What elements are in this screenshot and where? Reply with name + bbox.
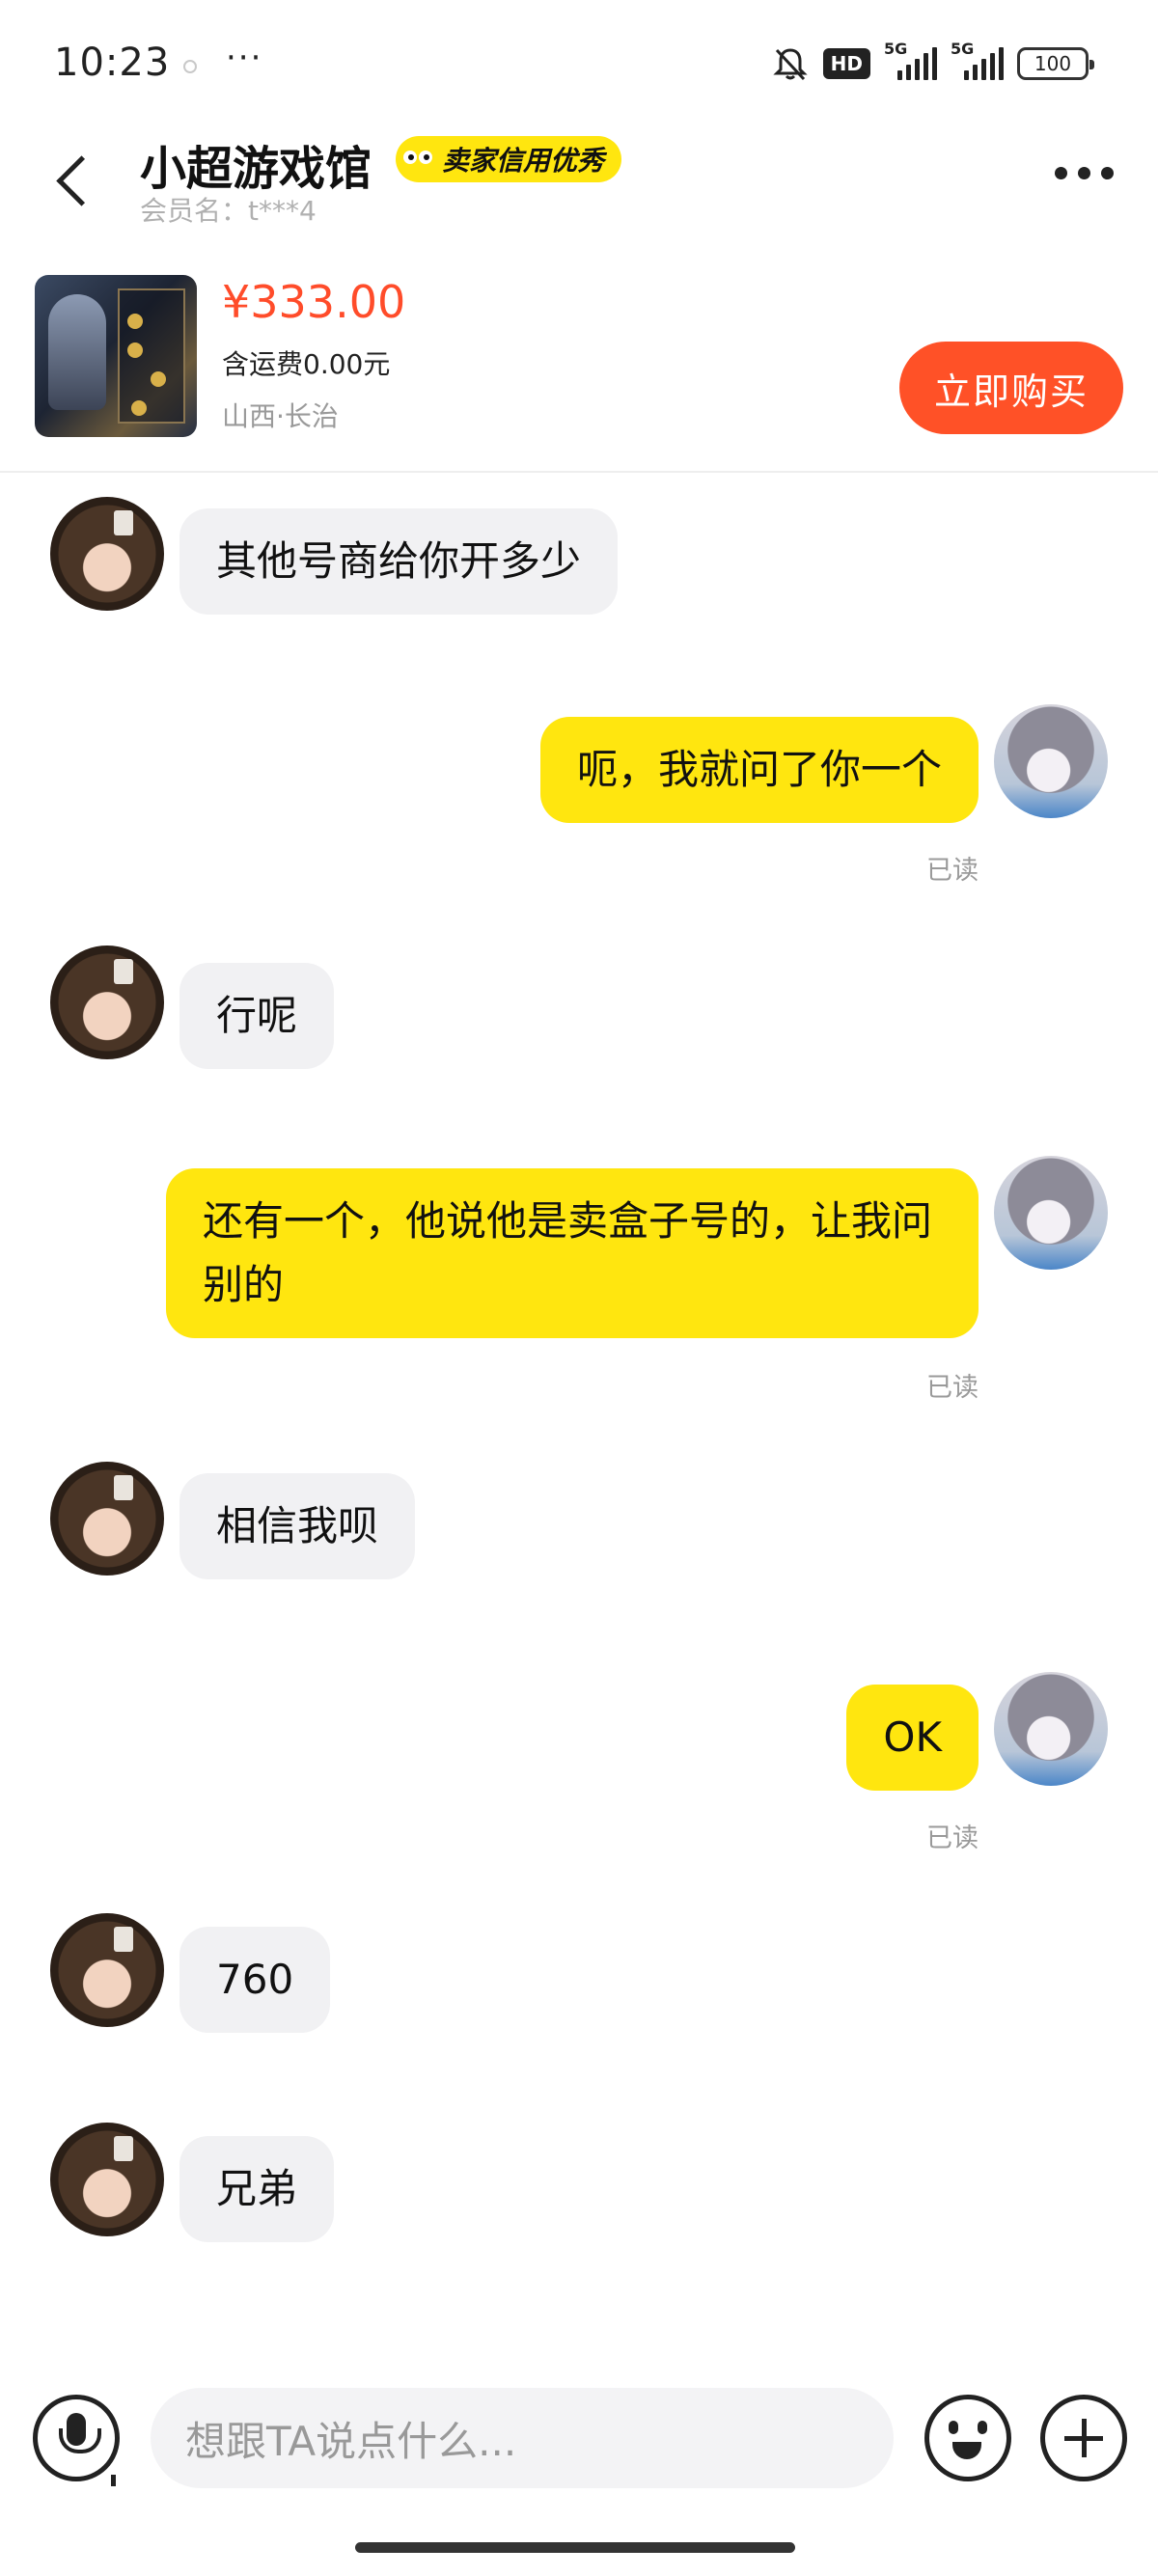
avatar[interactable]	[994, 704, 1108, 818]
message-bubble[interactable]: 相信我呗	[179, 1473, 416, 1579]
read-status: 已读	[926, 856, 979, 886]
plus-icon[interactable]	[1040, 2395, 1127, 2481]
notification-dot-icon	[183, 60, 197, 73]
product-card[interactable]: ¥333.00 含运费0.00元 山西·长治 立即购买	[0, 260, 1158, 473]
status-indicators: HD 5G 5G 100	[771, 40, 1094, 85]
read-status: 已读	[926, 1373, 979, 1403]
chat-screen: 10:23 ··· HD 5G 5G 100 小超游戏馆 卖家信用优秀 会员名：…	[0, 0, 1158, 2576]
signal-1-label: 5G	[884, 40, 908, 58]
status-time: 10:23	[54, 41, 171, 85]
signal-2-label: 5G	[951, 40, 975, 58]
message-bubble[interactable]: 还有一个，他说他是卖盒子号的，让我问别的	[166, 1168, 979, 1338]
avatar[interactable]	[50, 945, 164, 1059]
more-options-button[interactable]	[1055, 167, 1114, 179]
avatar[interactable]	[50, 1913, 164, 2027]
signal-icon: 5G	[951, 40, 1004, 80]
message-bubble[interactable]: 760	[179, 1927, 331, 2033]
credit-badge[interactable]: 卖家信用优秀	[396, 136, 622, 182]
home-indicator[interactable]	[355, 2542, 795, 2553]
message-bubble[interactable]: 呃，我就问了你一个	[539, 717, 979, 823]
shop-name[interactable]: 小超游戏馆	[140, 130, 372, 198]
hd-voice-icon: HD	[822, 48, 870, 79]
message-bubble[interactable]: 其他号商给你开多少	[179, 508, 619, 615]
message-input[interactable]: 想跟TA说点什么...	[151, 2388, 894, 2488]
credit-badge-label: 卖家信用优秀	[442, 145, 605, 177]
avatar[interactable]	[994, 1672, 1108, 1786]
more-dots-icon	[1055, 167, 1067, 179]
message-bubble[interactable]: 行呢	[179, 963, 335, 1069]
read-status: 已读	[926, 1823, 979, 1853]
credit-eyes-icon	[401, 145, 438, 174]
product-price: ¥333.00	[222, 276, 406, 328]
product-thumbnail[interactable]	[35, 275, 197, 437]
avatar[interactable]	[50, 497, 164, 611]
product-shipping: 含运费0.00元	[222, 348, 391, 380]
status-more-icon: ···	[226, 39, 263, 77]
product-location: 山西·长治	[222, 400, 339, 432]
avatar[interactable]	[994, 1156, 1108, 1270]
chat-header: 小超游戏馆 卖家信用优秀 会员名：t***4	[0, 121, 1158, 236]
microphone-icon[interactable]	[33, 2395, 120, 2486]
signal-icon: 5G	[884, 40, 937, 80]
status-bar: 10:23 ··· HD 5G 5G 100	[0, 0, 1158, 125]
avatar[interactable]	[50, 1462, 164, 1576]
back-button[interactable]	[48, 150, 96, 217]
battery-level: 100	[1034, 52, 1072, 75]
bell-off-icon	[773, 48, 808, 81]
message-bubble[interactable]: 兄弟	[179, 2136, 335, 2242]
avatar[interactable]	[50, 2123, 164, 2236]
battery-icon: 100	[1017, 47, 1094, 80]
member-name: 会员名：t***4	[140, 195, 317, 227]
input-bar: 想跟TA说点什么...	[0, 2383, 1158, 2499]
buy-now-button[interactable]: 立即购买	[899, 342, 1123, 434]
message-bubble[interactable]: OK	[846, 1685, 979, 1791]
emoji-icon[interactable]	[924, 2395, 1011, 2481]
